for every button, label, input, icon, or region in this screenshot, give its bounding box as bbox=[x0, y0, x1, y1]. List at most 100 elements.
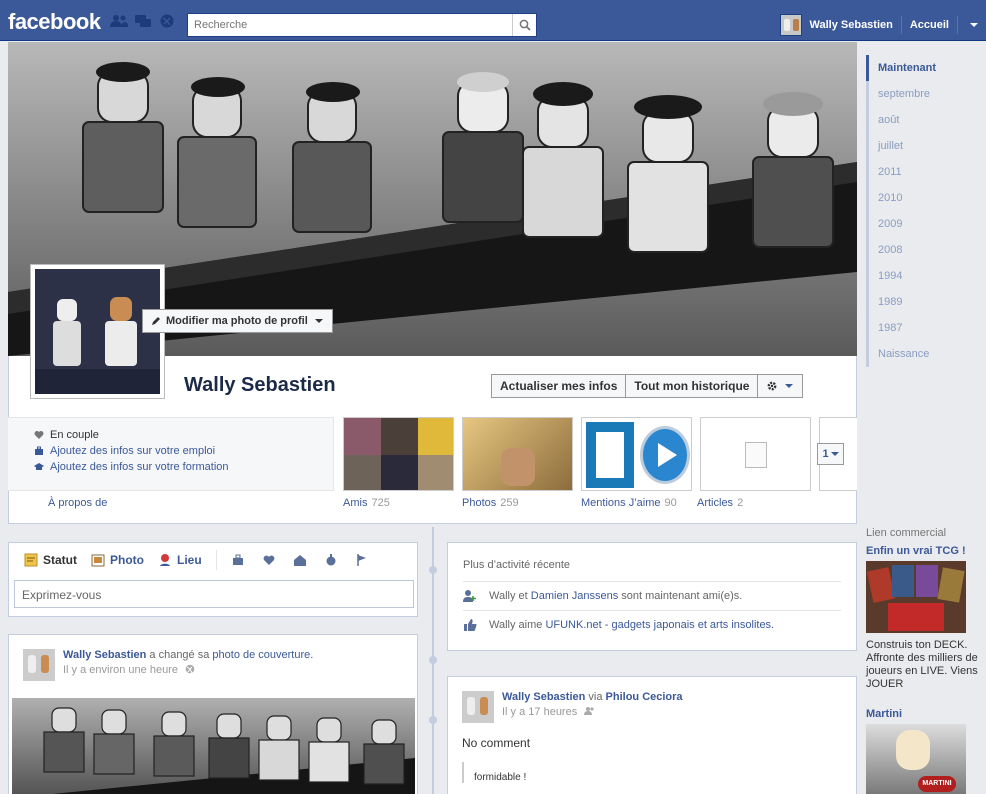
articles-count: 2 bbox=[737, 497, 744, 509]
relationship-row: En couple bbox=[34, 427, 333, 443]
post-author-name[interactable]: Wally Sebastien bbox=[63, 649, 146, 661]
about-link[interactable]: À propos de bbox=[48, 497, 107, 509]
activity-text: sont maintenant ami(e)s. bbox=[621, 590, 743, 602]
pencil-icon bbox=[152, 317, 160, 325]
friends-label[interactable]: Amis 725 bbox=[343, 497, 390, 509]
articles-label-text: Articles bbox=[697, 497, 734, 509]
search-input[interactable] bbox=[188, 14, 508, 36]
account-dropdown-icon[interactable] bbox=[966, 20, 982, 30]
post-author-avatar[interactable] bbox=[23, 649, 55, 681]
photos-label[interactable]: Photos 259 bbox=[462, 497, 519, 509]
activity-item: Wally aime UFUNK.net - gadgets japonais … bbox=[463, 610, 841, 639]
articles-label[interactable]: Articles 2 bbox=[697, 497, 743, 509]
relationship-status: En couple bbox=[50, 429, 99, 441]
timeline-dot bbox=[429, 566, 437, 574]
globe-icon[interactable] bbox=[185, 664, 195, 674]
update-info-button[interactable]: Actualiser mes infos bbox=[491, 374, 627, 398]
add-education-link[interactable]: Ajoutez des infos sur votre formation bbox=[50, 461, 229, 473]
user-avatar[interactable] bbox=[779, 14, 802, 36]
articles-tile[interactable] bbox=[700, 417, 811, 491]
scrubber-item[interactable]: Maintenant bbox=[866, 55, 966, 81]
page-link[interactable]: UFUNK.net - gadgets japonais et arts ins… bbox=[545, 619, 774, 631]
scrubber-item[interactable]: 2011 bbox=[869, 159, 966, 185]
home-link[interactable]: Accueil bbox=[910, 19, 949, 31]
user-name-link[interactable]: Wally Sebastien bbox=[810, 19, 893, 31]
education-row[interactable]: Ajoutez des infos sur votre formation bbox=[34, 459, 333, 475]
gear-icon bbox=[768, 381, 777, 391]
status-icon bbox=[24, 553, 38, 567]
timeline-scrubber: Maintenant septembre août juillet 2011 2010 20… bbox=[866, 55, 966, 367]
friends-label-text: Amis bbox=[343, 497, 368, 509]
likes-label-text: Mentions J’aime bbox=[581, 497, 661, 509]
work-row[interactable]: Ajoutez des infos sur votre emploi bbox=[34, 443, 333, 459]
post-timestamp-row: Il y a environ une heure bbox=[23, 664, 403, 676]
post-timestamp[interactable]: Il y a environ une heure bbox=[63, 664, 178, 676]
scrubber-item[interactable]: août bbox=[869, 107, 966, 133]
work-event-icon[interactable] bbox=[231, 553, 245, 567]
tiles-dropdown[interactable]: 1 bbox=[817, 443, 844, 465]
profile-actions: Actualiser mes infos Tout mon historique bbox=[491, 374, 804, 398]
top-nav: Wally Sebastien Accueil bbox=[779, 10, 986, 40]
scrubber-item[interactable]: 2009 bbox=[869, 211, 966, 237]
search-bar bbox=[187, 13, 537, 37]
search-button[interactable] bbox=[512, 14, 536, 36]
scrubber-item[interactable]: Naissance bbox=[869, 341, 966, 367]
notifications-icon[interactable] bbox=[158, 14, 176, 28]
top-bar: facebook Wally Sebastien Accueil bbox=[0, 0, 986, 41]
ad1-image[interactable] bbox=[866, 561, 966, 633]
settings-button[interactable] bbox=[757, 374, 804, 398]
facebook-logo[interactable]: facebook bbox=[8, 9, 101, 35]
chevron-down-icon bbox=[314, 319, 323, 323]
scrubber-item[interactable]: 2008 bbox=[869, 237, 966, 263]
likes-label[interactable]: Mentions J’aime 90 bbox=[581, 497, 677, 509]
timeline-dot bbox=[429, 656, 437, 664]
cover-photo-link[interactable]: photo de couverture. bbox=[212, 649, 313, 661]
graduation-cap-icon bbox=[34, 463, 44, 470]
scrubber-item[interactable]: 1994 bbox=[869, 263, 966, 289]
tab-place[interactable]: Lieu bbox=[158, 553, 202, 567]
friend-link[interactable]: Damien Janssens bbox=[531, 590, 618, 602]
friends-tile[interactable] bbox=[343, 417, 454, 491]
search-icon bbox=[519, 19, 531, 31]
chevron-down-icon bbox=[830, 452, 839, 456]
tab-status[interactable]: Statut bbox=[24, 553, 77, 567]
relationship-event-icon[interactable] bbox=[262, 553, 276, 567]
scrubber-item[interactable]: 2010 bbox=[869, 185, 966, 211]
health-event-icon[interactable] bbox=[324, 553, 338, 567]
activity-log-button[interactable]: Tout mon historique bbox=[625, 374, 759, 398]
ad1-title[interactable]: Enfin un vrai TCG ! bbox=[866, 545, 986, 557]
friend-requests-icon[interactable] bbox=[110, 14, 128, 28]
tab-photo[interactable]: Photo bbox=[91, 553, 144, 567]
scrubber-item[interactable]: 1989 bbox=[869, 289, 966, 315]
chevron-down-icon bbox=[785, 384, 794, 388]
heart-icon bbox=[34, 431, 44, 439]
scrubber-item[interactable]: juillet bbox=[869, 133, 966, 159]
add-work-link[interactable]: Ajoutez des infos sur votre emploi bbox=[50, 445, 215, 457]
scrubber-item[interactable]: 1987 bbox=[869, 315, 966, 341]
photo-icon bbox=[91, 554, 105, 567]
edit-profile-picture-button[interactable]: Modifier ma photo de profil bbox=[142, 309, 333, 333]
home-event-icon[interactable] bbox=[293, 553, 307, 567]
post-timestamp[interactable]: Il y a 17 heures bbox=[502, 706, 577, 718]
likes-tile[interactable] bbox=[581, 417, 692, 491]
via-author-name[interactable]: Philou Ceciora bbox=[606, 691, 683, 703]
messages-icon[interactable] bbox=[134, 14, 152, 28]
shared-post: Wally Sebastien via Philou Ceciora Il y … bbox=[447, 676, 857, 794]
photos-count: 259 bbox=[500, 497, 519, 509]
post-author-name[interactable]: Wally Sebastien bbox=[502, 691, 585, 703]
milestone-flag-icon[interactable] bbox=[355, 553, 369, 567]
photos-tile[interactable] bbox=[462, 417, 573, 491]
ads-column: Lien commercial Enfin un vrai TCG ! Cons… bbox=[866, 527, 986, 794]
friends-privacy-icon[interactable] bbox=[584, 706, 595, 716]
scrubber-item[interactable]: septembre bbox=[869, 81, 966, 107]
friends-count: 725 bbox=[371, 497, 390, 509]
activity-text: Wally aime bbox=[489, 619, 543, 631]
ad2-image[interactable]: MARTINI bbox=[866, 724, 966, 794]
ads-header: Lien commercial bbox=[866, 527, 947, 539]
status-input[interactable]: Exprimez-vous bbox=[14, 580, 414, 608]
post-author-avatar[interactable] bbox=[462, 691, 494, 723]
cover-photo-preview[interactable] bbox=[12, 698, 415, 794]
ad2-title[interactable]: Martini bbox=[866, 708, 986, 720]
martini-logo: MARTINI bbox=[918, 776, 956, 792]
friends-icon bbox=[463, 590, 476, 602]
